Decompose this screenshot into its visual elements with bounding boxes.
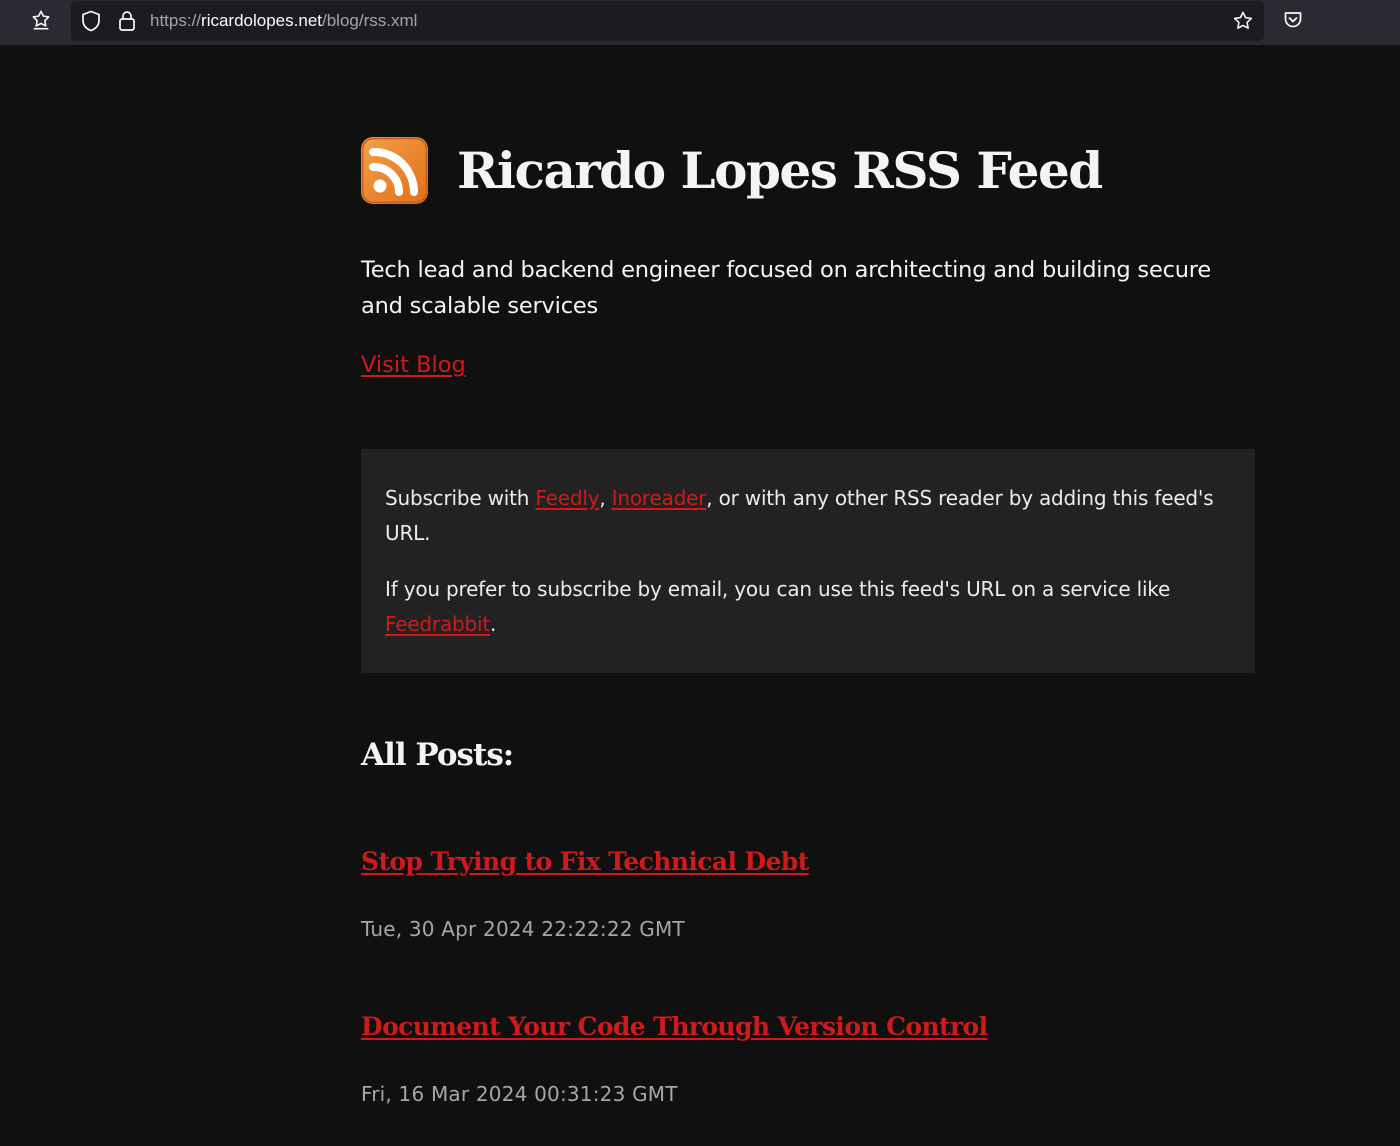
subscribe-box: Subscribe with Feedly, Inoreader, or wit… <box>361 449 1255 673</box>
post-date: Fri, 16 Mar 2024 00:31:23 GMT <box>361 1082 678 1106</box>
rss-feed-icon <box>361 136 428 204</box>
feedrabbit-link[interactable]: Feedrabbit <box>385 612 490 636</box>
post-title-link[interactable]: Document Your Code Through Version Contr… <box>361 1012 988 1041</box>
url-host: ricardolopes.net <box>201 11 322 30</box>
post-title-link[interactable]: Stop Trying to Fix Technical Debt <box>361 847 809 876</box>
url-text[interactable]: https://ricardolopes.net/blog/rss.xml <box>150 1 417 41</box>
email-prefix: If you prefer to subscribe by email, you… <box>385 577 1171 601</box>
feed-header: Ricardo Lopes RSS Feed <box>361 136 1103 204</box>
url-scheme: https:// <box>150 11 202 30</box>
bookmark-star-icon[interactable] <box>1231 9 1255 33</box>
post-item: Stop Trying to Fix Technical Debt Tue, 3… <box>361 847 1255 941</box>
subscribe-separator: , <box>599 486 612 510</box>
shield-icon[interactable] <box>79 9 103 33</box>
visit-blog-row: Visit Blog <box>361 347 466 383</box>
feedly-link[interactable]: Feedly <box>535 486 599 510</box>
visit-blog-link[interactable]: Visit Blog <box>361 352 466 378</box>
posts-heading: All Posts: <box>361 737 514 773</box>
inoreader-link[interactable]: Inoreader <box>612 486 707 510</box>
url-path: /blog/rss.xml <box>322 11 418 30</box>
post-date: Tue, 30 Apr 2024 22:22:22 GMT <box>361 917 685 941</box>
page-title: Ricardo Lopes RSS Feed <box>457 140 1103 200</box>
url-bar[interactable]: https://ricardolopes.net/blog/rss.xml <box>71 1 1264 41</box>
email-suffix: . <box>489 612 497 636</box>
puzzle-star-icon[interactable] <box>29 8 53 32</box>
lock-icon[interactable] <box>115 9 139 33</box>
subscribe-prefix: Subscribe with <box>385 486 536 510</box>
post-item: Document Your Code Through Version Contr… <box>361 1012 1255 1106</box>
subscribe-email-text: If you prefer to subscribe by email, you… <box>385 572 1231 642</box>
pocket-icon[interactable] <box>1281 8 1305 32</box>
feed-description: Tech lead and backend engineer focused o… <box>361 257 1212 319</box>
subscribe-readers-text: Subscribe with Feedly, Inoreader, or wit… <box>385 481 1231 551</box>
browser-toolbar: https://ricardolopes.net/blog/rss.xml <box>0 0 1400 45</box>
